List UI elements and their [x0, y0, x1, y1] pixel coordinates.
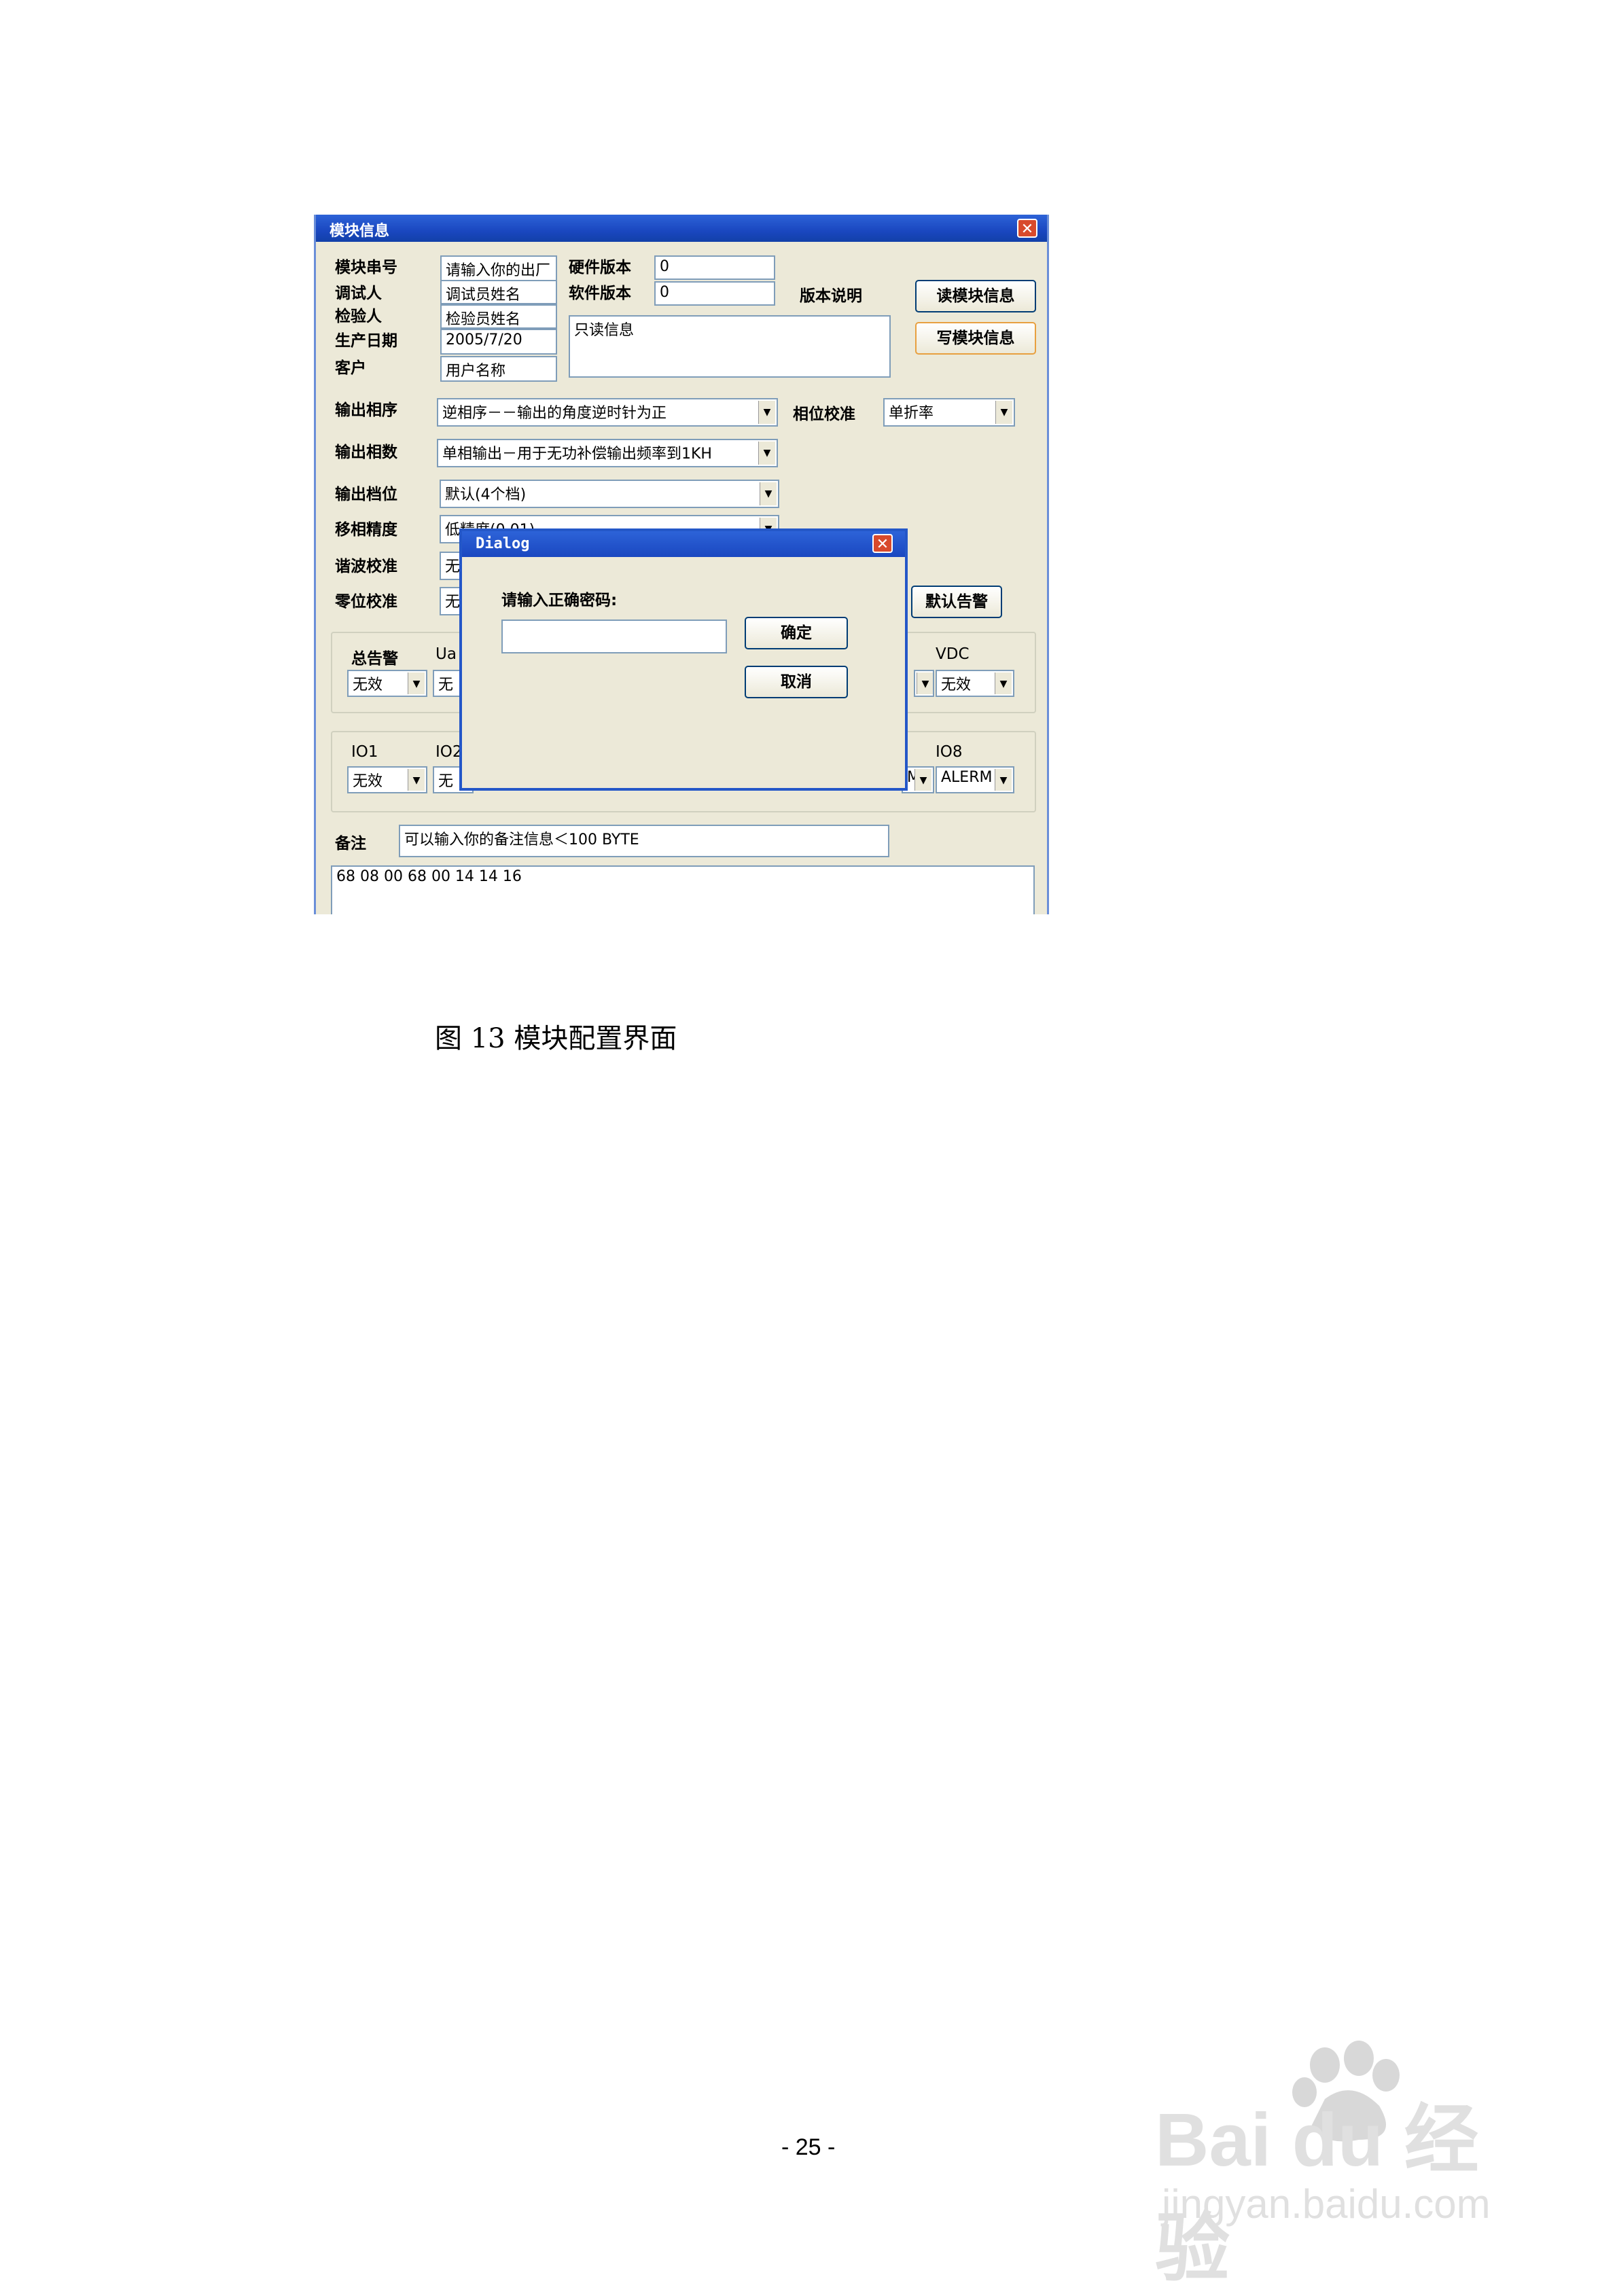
ok-button[interactable]: 确定: [745, 617, 848, 649]
chevron-down-icon[interactable]: ▼: [760, 482, 777, 505]
password-input[interactable]: [501, 620, 727, 653]
zero-cal-value: 无: [445, 594, 461, 611]
phase-seq-value: 逆相序－－输出的角度逆时针为正: [442, 405, 667, 422]
phase-count-label: 输出相数: [335, 444, 397, 461]
chevron-down-icon[interactable]: ▼: [758, 442, 775, 465]
inspector-input[interactable]: 检验员姓名: [440, 304, 557, 329]
gear-label: 输出档位: [335, 486, 397, 503]
phase-count-select[interactable]: 单相输出－用于无功补偿输出频率到1KH ▼: [437, 439, 778, 467]
tester-label: 调试人: [335, 285, 382, 302]
gear-select[interactable]: 默认(4个档) ▼: [440, 480, 779, 508]
window-title: 模块信息: [330, 223, 390, 240]
phase-cal-select[interactable]: 单折率 ▼: [883, 398, 1015, 427]
chevron-down-icon[interactable]: ▼: [995, 769, 1012, 791]
inspector-label: 检验人: [335, 308, 382, 325]
hex-output-text: 68 08 00 68 00 14 14 16: [336, 868, 522, 885]
cancel-button[interactable]: 取消: [745, 666, 848, 698]
phase-precision-label: 移相精度: [335, 521, 397, 539]
vdc-label: VDC: [936, 645, 970, 663]
io2-label: IO2: [436, 743, 463, 761]
ua-label: Ua: [436, 645, 457, 663]
read-module-button[interactable]: 读模块信息: [915, 280, 1036, 312]
chevron-down-icon[interactable]: ▼: [408, 769, 425, 791]
prod-date-input[interactable]: 2005/7/20: [440, 329, 557, 355]
chevron-down-icon[interactable]: ▼: [758, 401, 775, 424]
hw-version-label: 硬件版本: [569, 259, 631, 276]
vdc-select[interactable]: 无效 ▼: [936, 670, 1014, 697]
default-alarm-button[interactable]: 默认告警: [911, 586, 1002, 618]
readonly-info-text: 只读信息: [574, 322, 635, 339]
phase-seq-select[interactable]: 逆相序－－输出的角度逆时针为正 ▼: [437, 398, 778, 427]
io1-value: 无效: [353, 773, 383, 790]
chevron-down-icon[interactable]: ▼: [995, 672, 1012, 694]
sw-version-input[interactable]: 0: [654, 281, 775, 306]
phase-seq-label: 输出相序: [335, 401, 397, 419]
close-icon[interactable]: ✕: [872, 534, 893, 553]
ua-value: 无: [438, 677, 454, 694]
io8-select[interactable]: ALERM ▼: [936, 766, 1014, 793]
chevron-down-icon[interactable]: ▼: [914, 769, 931, 791]
prod-date-label: 生产日期: [335, 332, 397, 350]
tester-input[interactable]: 调试员姓名: [440, 280, 557, 304]
io1-label: IO1: [351, 743, 378, 761]
chevron-down-icon[interactable]: ▼: [408, 672, 425, 694]
serial-input[interactable]: 请输入你的出厂: [440, 255, 557, 281]
gear-value: 默认(4个档): [445, 486, 527, 503]
total-alarm-label: 总告警: [351, 650, 398, 668]
io8-label: IO8: [936, 743, 963, 761]
total-alarm-select[interactable]: 无效 ▼: [347, 670, 427, 697]
chevron-down-icon[interactable]: ▼: [917, 672, 933, 694]
zero-cal-label: 零位校准: [335, 593, 397, 611]
serial-label: 模块串号: [335, 259, 397, 276]
customer-label: 客户: [335, 359, 366, 377]
customer-input[interactable]: 用户名称: [440, 356, 557, 382]
phase-count-value: 单相输出－用于无功补偿输出频率到1KH: [442, 446, 712, 463]
phase-cal-label: 相位校准: [793, 406, 855, 423]
window-titlebar[interactable]: 模块信息 ✕: [316, 215, 1047, 242]
dialog-titlebar[interactable]: Dialog ✕: [462, 531, 905, 557]
chevron-down-icon[interactable]: ▼: [995, 401, 1012, 424]
write-module-button[interactable]: 写模块信息: [915, 322, 1036, 355]
figure-caption: 图 13 模块配置界面: [435, 1023, 677, 1054]
password-prompt: 请输入正确密码:: [501, 592, 618, 609]
sw-version-label: 软件版本: [569, 285, 631, 302]
io8-value: ALERM: [941, 769, 993, 786]
io1-select[interactable]: 无效 ▼: [347, 766, 427, 793]
watermark-url: jingyan.baidu.com: [1162, 2181, 1491, 2227]
hex-output-textarea: 68 08 00 68 00 14 14 16: [331, 865, 1035, 914]
harmonic-cal-value: 无: [445, 558, 461, 575]
baidu-watermark: Bai du 经验 jingyan.baidu.com: [1155, 2038, 1535, 2291]
version-note-label: 版本说明: [800, 287, 862, 305]
harmonic-cal-label: 谐波校准: [335, 558, 397, 575]
phase-cal-value: 单折率: [889, 405, 934, 422]
io2-value: 无: [438, 773, 454, 790]
password-dialog: Dialog ✕ 请输入正确密码: 确定 取消: [459, 528, 908, 791]
vdc-value: 无效: [941, 677, 972, 694]
remark-label: 备注: [335, 835, 366, 853]
readonly-info-textarea: 只读信息: [569, 315, 891, 378]
dialog-title: Dialog: [476, 535, 530, 552]
close-icon[interactable]: ✕: [1017, 219, 1037, 238]
hw-version-input[interactable]: 0: [654, 255, 775, 280]
partial-alarm-select[interactable]: ▼: [914, 670, 934, 697]
remark-input[interactable]: 可以输入你的备注信息＜100 BYTE: [399, 825, 889, 857]
page-number: - 25 -: [781, 2134, 836, 2160]
total-alarm-value: 无效: [353, 677, 383, 694]
